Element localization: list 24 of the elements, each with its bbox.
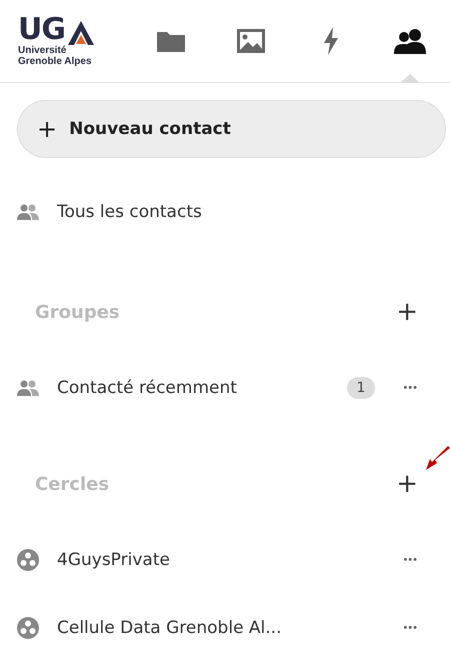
- more-button[interactable]: •••: [395, 622, 426, 634]
- list-item[interactable]: Cellule Data Grenoble Al...: [17, 617, 396, 639]
- new-contact-button[interactable]: + Nouveau contact: [17, 100, 446, 158]
- count-badge: 1: [346, 377, 376, 399]
- section-title: Groupes: [35, 302, 121, 322]
- logo-letters: UG: [18, 15, 65, 45]
- more-button[interactable]: •••: [395, 382, 426, 394]
- add-button[interactable]: +: [388, 469, 426, 499]
- logo-caption: Université: [18, 45, 68, 56]
- list-item[interactable]: Contacté récemment: [17, 378, 347, 398]
- section-title: Cercles: [35, 474, 110, 494]
- all-contacts-item[interactable]: Tous les contacts: [17, 202, 426, 222]
- image-icon: [237, 29, 266, 53]
- list-item[interactable]: 4GuysPrivate: [17, 549, 396, 571]
- logo-caption: Grenoble Alpes: [18, 56, 93, 67]
- folder-icon: [157, 30, 186, 52]
- add-button[interactable]: +: [388, 297, 426, 327]
- lightning-icon: [322, 27, 339, 55]
- people-icon: [394, 28, 426, 54]
- people-icon: [17, 204, 39, 220]
- more-button[interactable]: •••: [395, 554, 426, 566]
- circles-icon: [17, 549, 39, 571]
- circles-icon: [17, 617, 39, 639]
- people-icon: [17, 380, 39, 396]
